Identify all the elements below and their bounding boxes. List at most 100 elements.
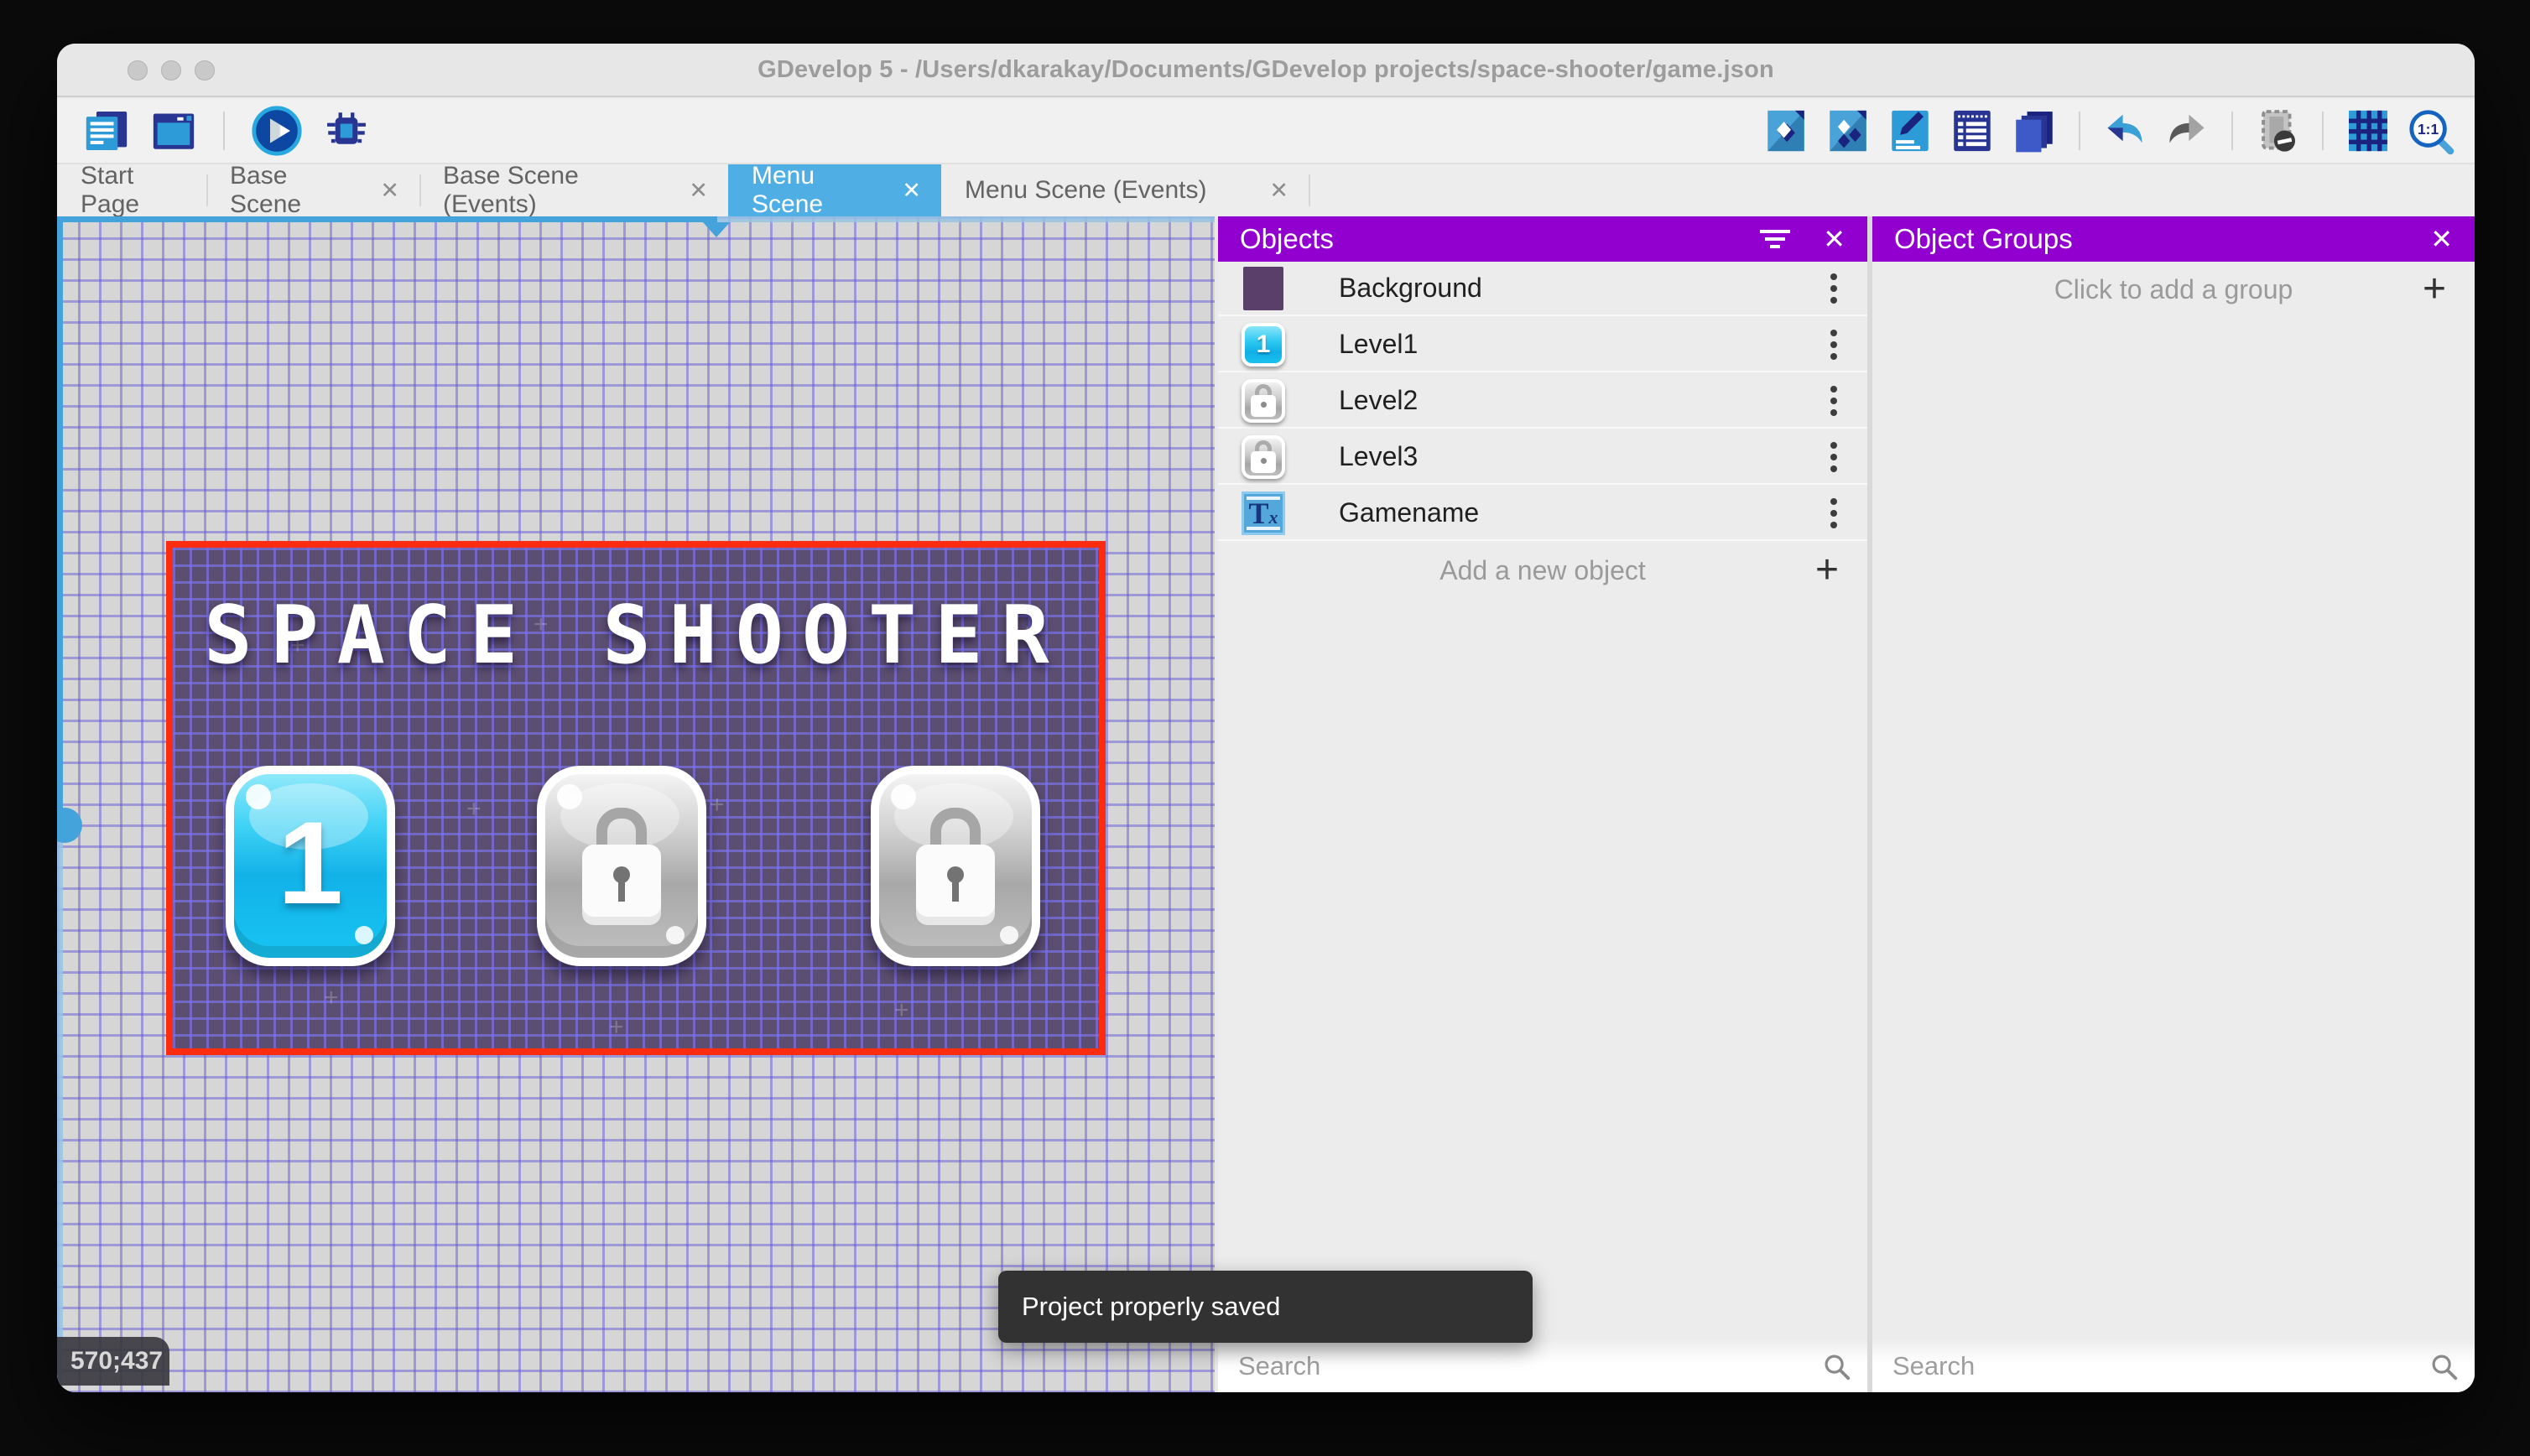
locked-button-thumbnail (1242, 434, 1285, 479)
close-icon[interactable]: ✕ (1823, 226, 1845, 252)
screenshot-root: GDevelop 5 - /Users/dkarakay/Documents/G… (0, 0, 2530, 1456)
toggle-grid-icon[interactable] (2344, 107, 2392, 155)
undo-icon[interactable] (2101, 107, 2149, 155)
objects-panel-header: Objects ✕ (1218, 216, 1867, 262)
object-name: Background (1339, 273, 1482, 303)
redo-icon[interactable] (2163, 107, 2211, 155)
tab-label: Menu Scene (Events) (965, 176, 1207, 204)
game-scene-selection[interactable]: + + + + + + + + + + + SPACE SHOOTER (166, 541, 1106, 1055)
svg-text:1:1: 1:1 (2418, 121, 2439, 138)
canvas-horizontal-scrollbar[interactable] (57, 216, 1215, 222)
object-groups-panel-title: Object Groups (1894, 223, 2073, 254)
gdevelop-window: GDevelop 5 - /Users/dkarakay/Documents/G… (57, 44, 2475, 1392)
screw-dot (1000, 926, 1018, 944)
tab-base-scene-events[interactable]: Base Scene (Events) ✕ (419, 162, 728, 218)
search-icon[interactable] (2428, 1350, 2460, 1382)
objects-panel-title: Objects (1240, 223, 1334, 254)
star-decoration: + (710, 791, 725, 819)
toolbar-left-group (82, 104, 371, 158)
object-name: Level1 (1339, 329, 1419, 359)
scrollbar-fill (57, 216, 717, 222)
screw-dot (557, 784, 582, 809)
object-menu-kebab-icon[interactable] (1830, 441, 1837, 472)
object-menu-kebab-icon[interactable] (1830, 497, 1837, 528)
groups-search-input[interactable] (1872, 1340, 2475, 1392)
close-icon[interactable]: ✕ (2430, 226, 2453, 252)
preview-window-icon[interactable] (149, 107, 198, 155)
scene-game-title: SPACE SHOOTER (204, 590, 1068, 682)
add-group-label: Click to add a group (2054, 273, 2293, 304)
tab-start-page[interactable]: Start Page (57, 162, 206, 218)
objects-panel: Objects ✕ Background 1 Level1 Level2 Lev… (1218, 216, 1867, 1392)
level1-button-thumbnail: 1 (1242, 322, 1285, 367)
tab-separator (1309, 174, 1310, 206)
add-object-label: Add a new object (1439, 554, 1646, 585)
background-thumbnail (1242, 266, 1285, 310)
project-manager-icon[interactable] (82, 107, 131, 155)
cursor-coordinates-badge: 570;437 (57, 1337, 169, 1386)
screw-dot (666, 926, 685, 944)
level3-button-instance[interactable] (871, 766, 1040, 966)
close-tab-icon[interactable]: ✕ (689, 178, 708, 204)
object-row-background[interactable]: Background (1218, 262, 1867, 316)
object-groups-panel-header: Object Groups ✕ (1872, 216, 2475, 262)
tab-menu-scene-events[interactable]: Menu Scene (Events) ✕ (941, 164, 1309, 216)
save-toast: Project properly saved (998, 1271, 1533, 1343)
vertical-scrollbar-handle[interactable] (57, 808, 82, 843)
tab-base-scene[interactable]: Base Scene ✕ (206, 162, 419, 218)
object-menu-kebab-icon[interactable] (1830, 273, 1837, 304)
titlebar: GDevelop 5 - /Users/dkarakay/Documents/G… (57, 44, 2475, 97)
scene-editor-canvas[interactable]: + + + + + + + + + + + SPACE SHOOTER (57, 216, 1215, 1392)
tab-menu-scene[interactable]: Menu Scene ✕ (728, 162, 941, 218)
edit-object-groups-icon[interactable] (1824, 107, 1872, 155)
objects-search-input[interactable] (1218, 1340, 1867, 1392)
editor-tabbar: Start Page Base Scene ✕ Base Scene (Even… (57, 162, 2475, 218)
object-menu-kebab-icon[interactable] (1830, 329, 1837, 360)
groups-search-bar (1872, 1340, 2475, 1392)
text-object-thumbnail: Tx (1242, 491, 1285, 535)
star-decoration: + (894, 996, 909, 1024)
filter-icon[interactable] (1759, 228, 1791, 250)
toolbar-divider (2322, 112, 2324, 150)
plus-icon[interactable]: + (2423, 269, 2446, 309)
object-name: Level3 (1339, 441, 1419, 471)
add-new-object-button[interactable]: Add a new object + (1218, 543, 1867, 598)
toggle-mask-icon[interactable] (2253, 107, 2302, 155)
horizontal-scrollbar-handle[interactable] (703, 222, 730, 237)
search-icon[interactable] (1820, 1350, 1852, 1382)
object-name: Gamename (1339, 497, 1480, 528)
tab-label: Base Scene (230, 162, 302, 218)
object-row-level1[interactable]: 1 Level1 (1218, 318, 1867, 372)
close-tab-icon[interactable]: ✕ (902, 178, 921, 204)
level-number: 1 (278, 796, 343, 928)
close-tab-icon[interactable]: ✕ (380, 178, 399, 204)
level1-button-instance[interactable]: 1 (226, 766, 395, 966)
object-row-level2[interactable]: Level2 (1218, 374, 1867, 429)
toolbar-divider (2231, 112, 2233, 150)
plus-icon[interactable]: + (1815, 550, 1839, 590)
close-tab-icon[interactable]: ✕ (1269, 178, 1288, 204)
lock-icon (916, 807, 995, 925)
screw-dot (891, 784, 916, 809)
canvas-vertical-scrollbar[interactable] (57, 216, 63, 1392)
play-preview-icon[interactable] (250, 104, 304, 158)
screw-dot (246, 784, 271, 809)
zoom-original-icon[interactable]: 1:1 (2406, 107, 2455, 155)
tab-label: Base Scene (Events) (443, 162, 579, 218)
debug-icon[interactable] (322, 107, 371, 155)
level2-button-instance[interactable] (537, 766, 706, 966)
layers-icon[interactable] (2010, 107, 2059, 155)
lock-icon (582, 807, 661, 925)
screw-dot (355, 926, 373, 944)
scrollbar-fill (57, 216, 63, 818)
toolbar-right-group: 1:1 (1762, 107, 2455, 155)
objects-search-bar (1218, 1340, 1867, 1392)
instances-list-icon[interactable] (1948, 107, 1996, 155)
edit-objects-icon[interactable] (1762, 107, 1810, 155)
add-group-button[interactable]: Click to add a group + (1872, 262, 2475, 317)
object-row-gamename[interactable]: Tx Gamename (1218, 486, 1867, 541)
edit-properties-icon[interactable] (1886, 107, 1934, 155)
main-toolbar: 1:1 (57, 99, 2475, 164)
object-row-level3[interactable]: Level3 (1218, 430, 1867, 485)
object-menu-kebab-icon[interactable] (1830, 385, 1837, 416)
